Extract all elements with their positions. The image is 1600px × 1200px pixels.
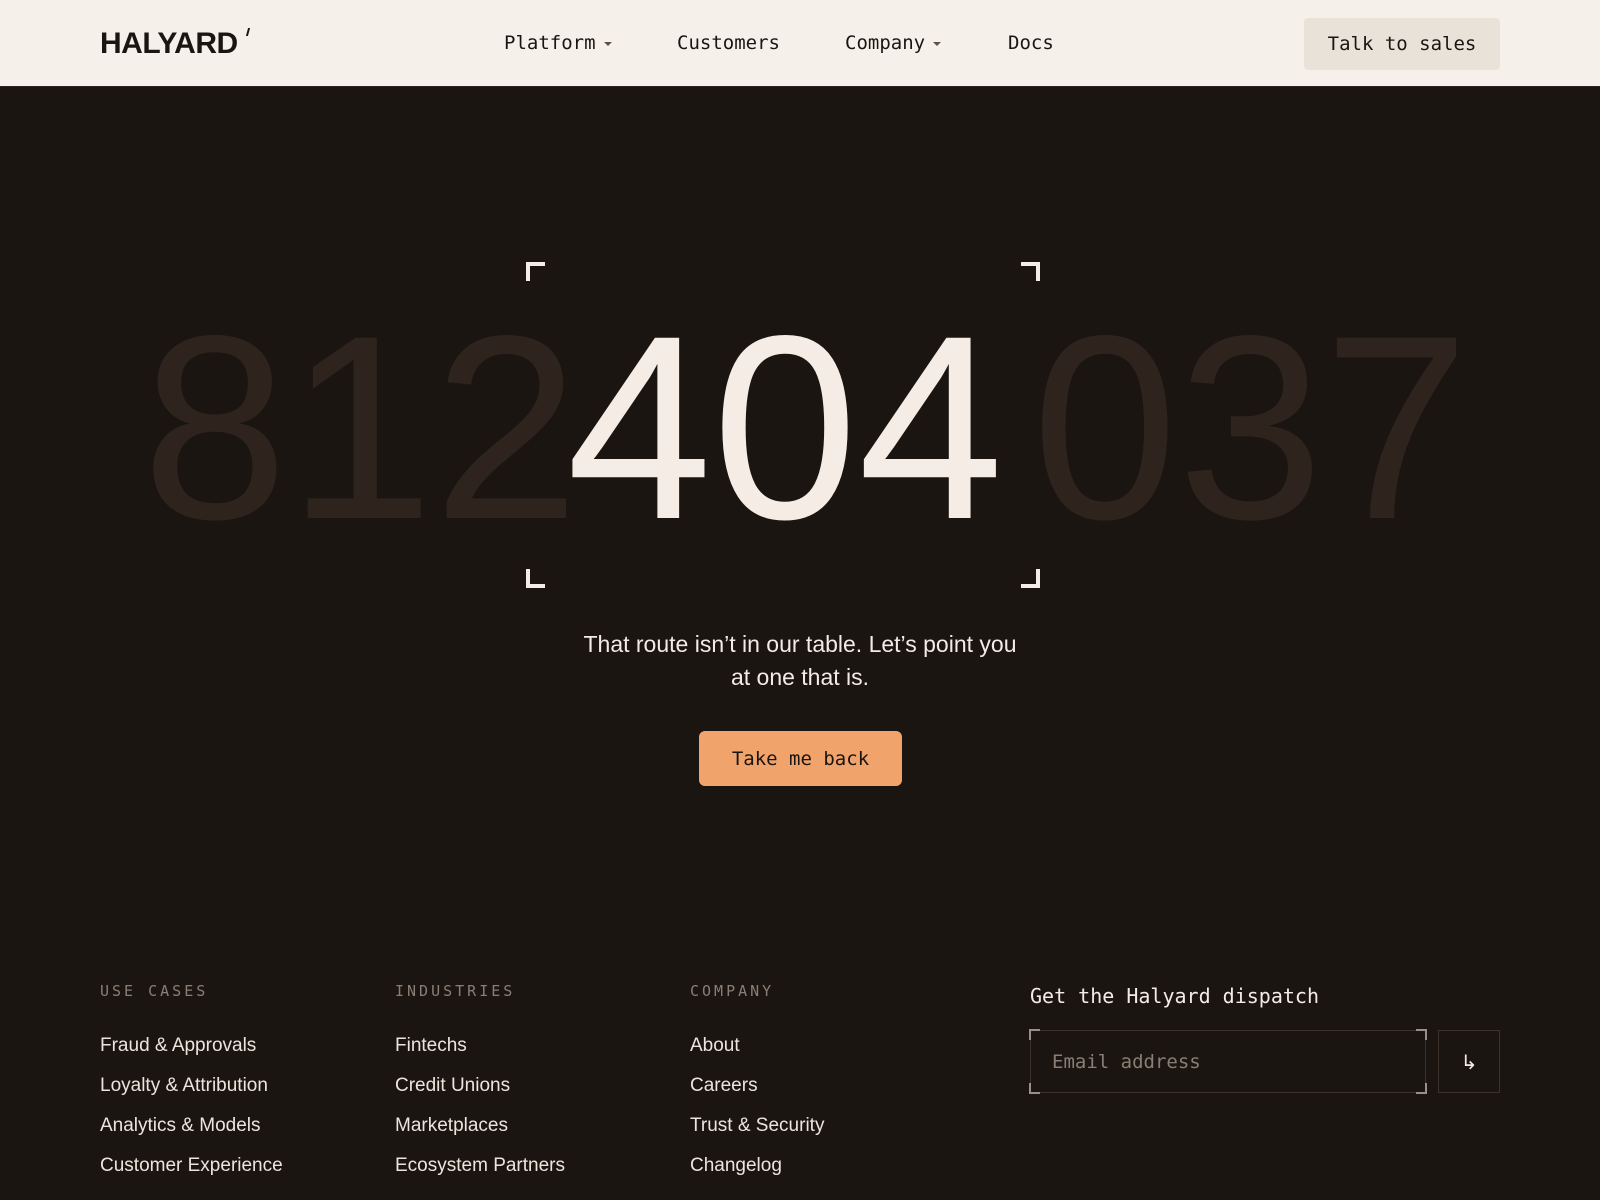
nav-company[interactable]: Company xyxy=(845,30,942,56)
nav-docs[interactable]: Docs xyxy=(1008,30,1054,56)
error-code: 404 xyxy=(566,281,1004,574)
footer-link[interactable]: Analytics & Models xyxy=(100,1113,283,1153)
email-field-wrapper xyxy=(1029,1029,1427,1094)
frame-corner-bottom-left xyxy=(526,569,545,588)
nav-platform-label: Platform xyxy=(504,32,596,54)
footer-link[interactable]: Changelog xyxy=(690,1153,824,1193)
halyard-logo[interactable]: HALYARD xyxy=(100,26,238,62)
nav-customers-label: Customers xyxy=(677,32,780,54)
email-input[interactable] xyxy=(1031,1031,1425,1092)
chevron-down-icon xyxy=(603,42,612,46)
take-me-back-button[interactable]: Take me back xyxy=(699,731,902,786)
return-arrow-icon: ↳ xyxy=(1460,1049,1478,1074)
nav-platform[interactable]: Platform xyxy=(504,30,612,56)
ghost-digits-right: 037 xyxy=(1032,281,1470,574)
chevron-down-icon xyxy=(933,42,942,46)
nav-docs-label: Docs xyxy=(1008,32,1054,54)
footer-links-industries: Fintechs Credit Unions Marketplaces Ecos… xyxy=(395,1033,565,1193)
frame-corner-bottom-right xyxy=(1021,569,1040,588)
footer-heading-use-cases: USE CASES xyxy=(100,982,209,1000)
footer-link[interactable]: About xyxy=(690,1033,824,1073)
footer-link[interactable]: Customer Experience xyxy=(100,1153,283,1193)
footer-heading-industries: INDUSTRIES xyxy=(395,982,516,1000)
error-message: That route isn’t in our table. Let’s poi… xyxy=(583,631,1017,690)
frame-corner-top-left xyxy=(526,262,545,281)
footer-links-company: About Careers Trust & Security Changelog xyxy=(690,1033,824,1193)
ghost-digits-left: 812 xyxy=(142,281,580,574)
footer-link[interactable]: Careers xyxy=(690,1073,824,1113)
footer-link[interactable]: Fraud & Approvals xyxy=(100,1033,283,1073)
newsletter-title: Get the Halyard dispatch xyxy=(1030,984,1319,1008)
nav-customers[interactable]: Customers xyxy=(677,30,780,56)
footer-link[interactable]: Fintechs xyxy=(395,1033,565,1073)
logo-mark-icon xyxy=(245,28,251,36)
site-header: HALYARD Platform Customers Company Docs … xyxy=(0,0,1600,87)
nav-company-label: Company xyxy=(845,32,926,54)
footer-link[interactable]: Marketplaces xyxy=(395,1113,565,1153)
frame-corner-top-right xyxy=(1021,262,1040,281)
newsletter-submit-button[interactable]: ↳ xyxy=(1438,1030,1500,1093)
talk-to-sales-button[interactable]: Talk to sales xyxy=(1304,18,1500,70)
footer-links-use-cases: Fraud & Approvals Loyalty & Attribution … xyxy=(100,1033,283,1193)
footer-link[interactable]: Credit Unions xyxy=(395,1073,565,1113)
footer-heading-company: COMPANY xyxy=(690,982,775,1000)
footer-link[interactable]: Loyalty & Attribution xyxy=(100,1073,283,1113)
footer-link[interactable]: Trust & Security xyxy=(690,1113,824,1153)
footer-link[interactable]: Ecosystem Partners xyxy=(395,1153,565,1193)
